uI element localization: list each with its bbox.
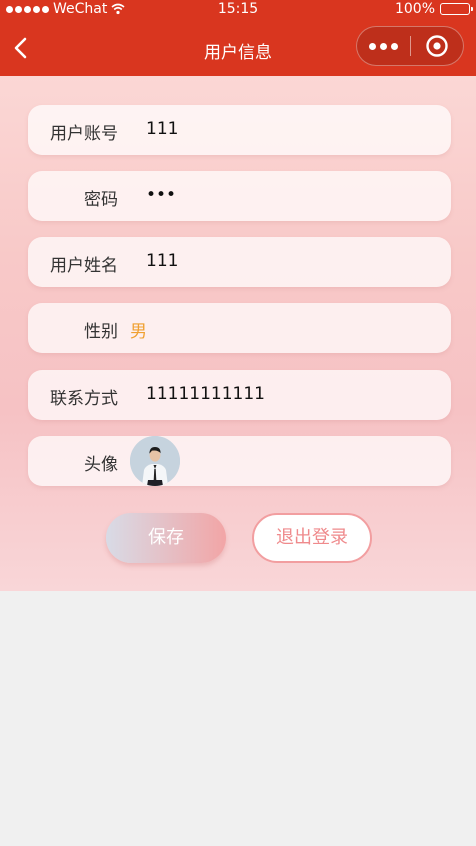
more-dot-icon (380, 42, 387, 50)
name-field[interactable]: 用户姓名 111 (28, 237, 451, 287)
avatar-label: 头像 (84, 455, 118, 475)
name-label: 用户姓名 (50, 256, 118, 276)
password-value[interactable]: ••• (146, 185, 176, 205)
more-dot-icon (369, 42, 376, 50)
gender-field[interactable]: 性别 男 (28, 303, 451, 353)
profile-content: 用户账号 111 密码 ••• 用户姓名 111 性别 男 联系方式 11111… (0, 76, 476, 591)
avatar[interactable] (130, 436, 180, 486)
password-field[interactable]: 密码 ••• (28, 171, 451, 221)
more-button[interactable] (357, 27, 410, 65)
gender-value[interactable]: 男 (130, 317, 147, 342)
password-label: 密码 (84, 190, 118, 210)
more-dot-icon (391, 42, 398, 50)
close-button[interactable] (411, 27, 463, 65)
nav-bar: 用户信息 (0, 20, 476, 76)
status-bar-right: 100% (394, 1, 473, 17)
mini-program-capsule (356, 26, 464, 66)
phone-field[interactable]: 联系方式 11111111111 (28, 370, 451, 420)
account-value: 111 (146, 119, 179, 139)
avatar-field[interactable]: 头像 (28, 436, 451, 486)
person-avatar-icon (130, 436, 180, 486)
status-bar: WeChat 15:15 100% (0, 0, 476, 20)
account-label: 用户账号 (50, 124, 118, 144)
name-value[interactable]: 111 (146, 251, 178, 271)
phone-value[interactable]: 11111111111 (146, 384, 265, 404)
save-button[interactable]: 保存 (106, 513, 226, 563)
gender-label: 性别 (84, 322, 118, 342)
logout-button[interactable]: 退出登录 (252, 513, 372, 563)
account-field: 用户账号 111 (28, 105, 451, 155)
battery-icon (440, 3, 473, 15)
battery-percent: 100% (394, 1, 435, 17)
target-close-icon (426, 35, 448, 57)
phone-label: 联系方式 (50, 389, 118, 409)
